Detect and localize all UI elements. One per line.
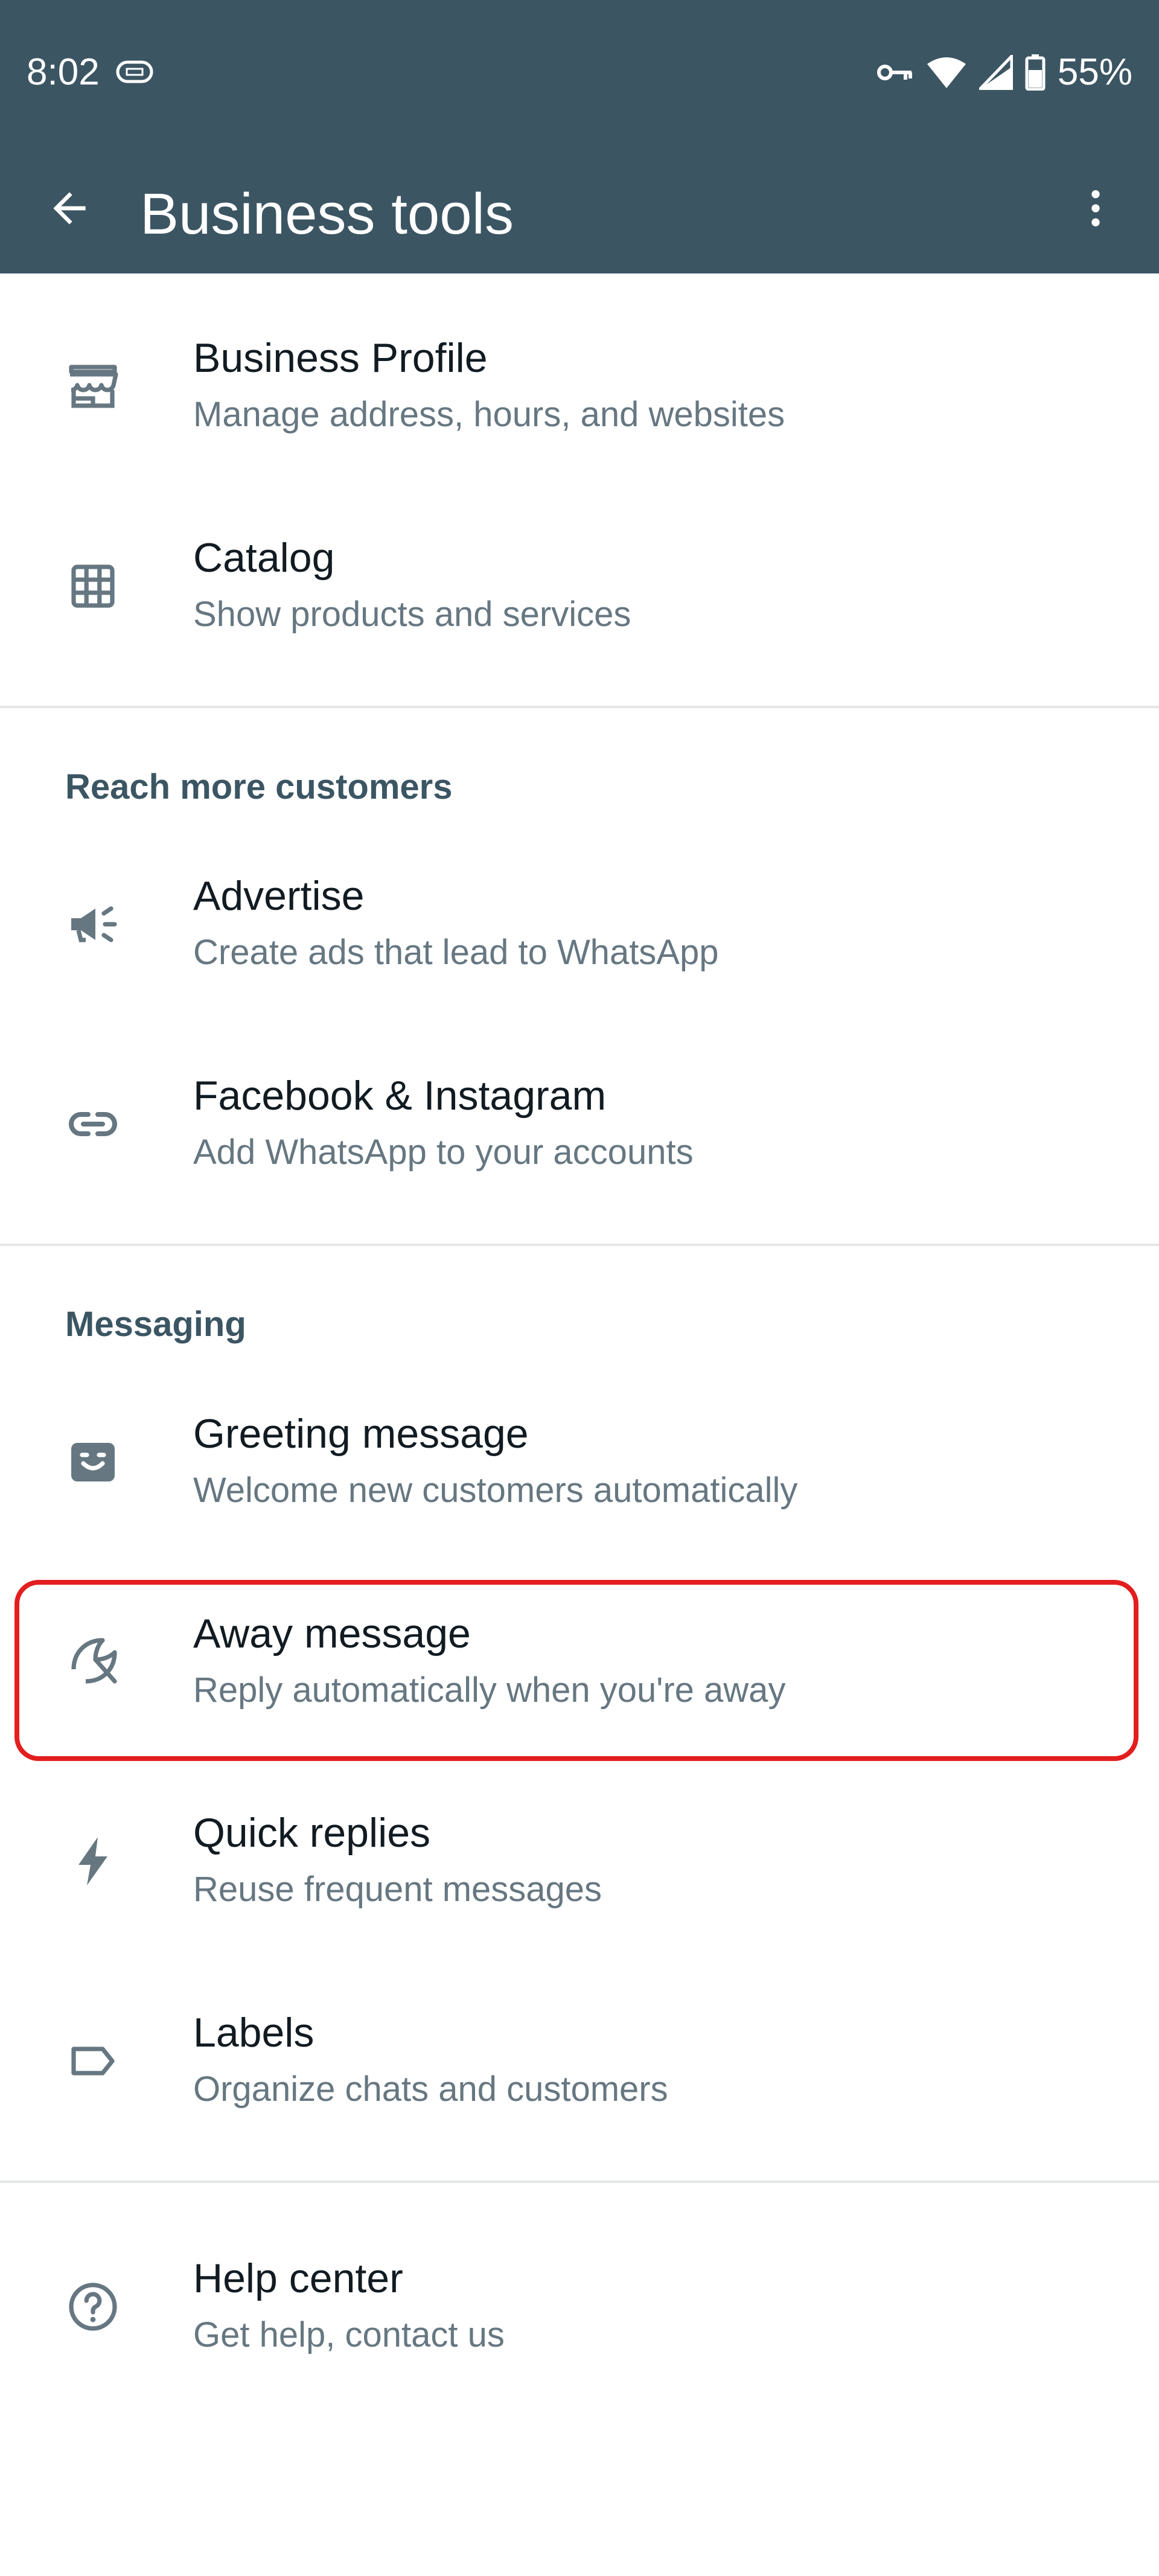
vpn-icon — [116, 60, 153, 83]
more-options-button[interactable] — [1062, 175, 1129, 241]
facebook-instagram-subtitle: Add WhatsApp to your accounts — [193, 1133, 694, 1172]
business-profile-item[interactable]: Business Profile Manage address, hours, … — [0, 287, 1159, 486]
status-time: 8:02 — [27, 51, 100, 93]
grid-icon — [60, 554, 126, 619]
labels-title: Labels — [193, 2010, 314, 2056]
label-icon — [60, 2028, 126, 2094]
beach-umbrella-icon — [60, 1629, 126, 1695]
help-center-item[interactable]: Help center Get help, contact us — [0, 2207, 1159, 2406]
quick-replies-title: Quick replies — [193, 1810, 431, 1856]
help-center-subtitle: Get help, contact us — [193, 2315, 505, 2354]
divider — [0, 706, 1159, 708]
status-right-group: 55% — [876, 48, 1132, 97]
quick-replies-item[interactable]: Quick replies Reuse frequent messages — [0, 1762, 1159, 1961]
help-circle-icon — [60, 2274, 126, 2339]
divider — [0, 2181, 1159, 2183]
signal-icon — [979, 55, 1013, 90]
labels-subtitle: Organize chats and customers — [193, 2069, 668, 2109]
catalog-item[interactable]: Catalog Show products and services — [0, 487, 1159, 686]
facebook-instagram-title: Facebook & Instagram — [193, 1073, 607, 1119]
link-icon — [60, 1091, 126, 1157]
away-message-title: Away message — [193, 1611, 471, 1657]
app-bar: Business tools — [0, 145, 1159, 273]
page-title: Business tools — [140, 182, 514, 246]
away-message-item[interactable]: Away message Reply automatically when yo… — [0, 1562, 1159, 1762]
advertise-subtitle: Create ads that lead to WhatsApp — [193, 933, 719, 972]
back-button[interactable] — [36, 175, 103, 241]
catalog-title: Catalog — [193, 535, 335, 581]
catalog-subtitle: Show products and services — [193, 595, 631, 634]
wifi-icon — [926, 56, 967, 89]
advertise-title: Advertise — [193, 873, 365, 919]
business-profile-title: Business Profile — [193, 335, 488, 381]
greeting-message-subtitle: Welcome new customers automatically — [193, 1471, 798, 1510]
greeting-message-item[interactable]: Greeting message Welcome new customers a… — [0, 1363, 1159, 1562]
more-vert-icon — [1091, 190, 1100, 226]
greeting-icon — [60, 1430, 126, 1495]
status-bar: 8:02 55% — [0, 0, 1159, 145]
battery-icon — [1025, 54, 1046, 91]
section-header-messaging: Messaging — [65, 1305, 246, 1344]
megaphone-icon — [60, 892, 126, 957]
arrow-back-icon — [53, 192, 86, 225]
business-profile-subtitle: Manage address, hours, and websites — [193, 395, 785, 434]
away-message-subtitle: Reply automatically when you're away — [193, 1670, 786, 1710]
key-icon — [876, 60, 914, 85]
greeting-message-title: Greeting message — [193, 1411, 529, 1457]
quick-replies-subtitle: Reuse frequent messages — [193, 1870, 602, 1909]
labels-item[interactable]: Labels Organize chats and customers — [0, 1961, 1159, 2161]
battery-percentage: 55% — [1057, 51, 1132, 93]
divider — [0, 1244, 1159, 1246]
section-header-reach: Reach more customers — [65, 767, 453, 807]
facebook-instagram-item[interactable]: Facebook & Instagram Add WhatsApp to you… — [0, 1024, 1159, 1224]
storefront-icon — [60, 354, 126, 419]
lightning-icon — [60, 1829, 126, 1894]
help-center-title: Help center — [193, 2255, 403, 2301]
advertise-item[interactable]: Advertise Create ads that lead to WhatsA… — [0, 825, 1159, 1024]
